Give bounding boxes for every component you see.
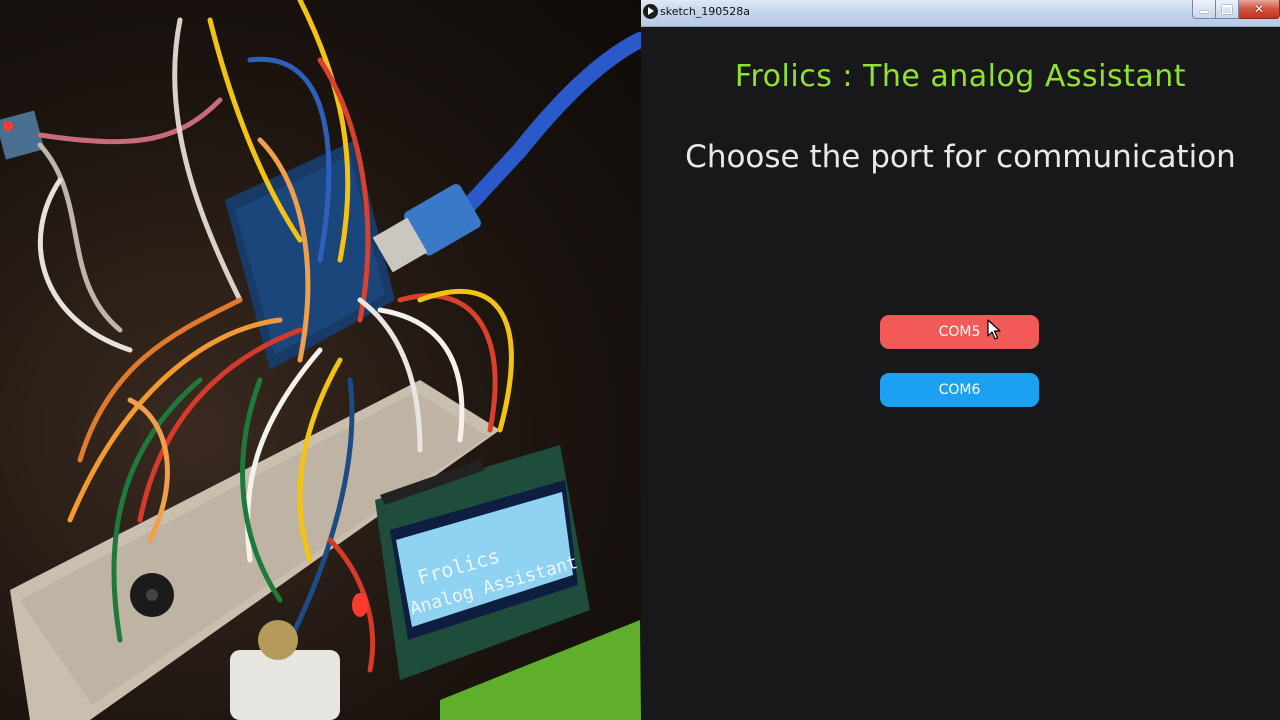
- maximize-icon: [1222, 4, 1232, 14]
- mouse-pointer-icon: [987, 319, 1001, 340]
- maximize-button[interactable]: [1216, 0, 1239, 19]
- app-window: sketch_190528a ✕ Frolics : The analog As…: [641, 0, 1280, 720]
- window-titlebar[interactable]: sketch_190528a ✕: [641, 0, 1280, 27]
- port-button-com6[interactable]: COM6: [880, 373, 1039, 407]
- app-title: Frolics : The analog Assistant: [734, 59, 1187, 94]
- window-controls: ✕: [1192, 0, 1280, 19]
- minimize-icon: [1200, 11, 1208, 13]
- port-button-com5[interactable]: COM5: [880, 315, 1039, 349]
- sketch-canvas: Frolics : The analog Assistant Choose th…: [641, 27, 1280, 720]
- port-button-label: COM6: [938, 382, 981, 398]
- hardware-photo: Frolics Analog Assistant: [0, 0, 641, 720]
- close-icon: ✕: [1253, 2, 1265, 16]
- close-button[interactable]: ✕: [1239, 0, 1280, 19]
- port-button-label: COM5: [938, 324, 981, 340]
- app-subtitle: Choose the port for communication: [685, 139, 1236, 175]
- window-title: sketch_190528a: [660, 5, 751, 18]
- processing-app-icon: [643, 4, 658, 19]
- minimize-button[interactable]: [1192, 0, 1216, 19]
- breadboard-photo-illustration: Frolics Analog Assistant: [0, 0, 641, 720]
